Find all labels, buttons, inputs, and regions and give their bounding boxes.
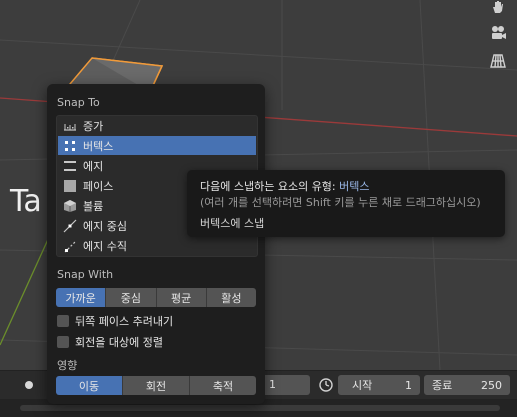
grid-icon[interactable] [487,50,509,72]
affect-move-button[interactable]: 이동 [56,376,123,395]
start-value: 1 [405,378,412,392]
snap-target-label: 볼륨 [83,199,104,213]
snap-target-label: 페이스 [83,179,114,193]
face-icon [63,179,77,193]
end-frame-field[interactable]: 종료 250 [424,375,510,395]
snap-target-label: 에지 [83,159,104,173]
affect-scale-button[interactable]: 축적 [190,376,256,395]
clock-icon[interactable] [318,377,334,393]
checkbox-box[interactable] [57,336,69,348]
start-label: 시작 [352,379,373,392]
affect-rotate-button[interactable]: 회전 [123,376,190,395]
backface-culling-checkbox[interactable]: 뒤쪽 페이스 추려내기 [57,313,173,329]
snap-with-title: Snap With [57,268,114,281]
vertex-icon [63,139,77,153]
affect-title: 영향 [57,359,78,372]
checkbox-label: 뒤쪽 페이스 추려내기 [75,315,174,328]
snap-target-label: 에지 수직 [83,239,127,253]
snap-target-increment[interactable]: 증가 [58,116,256,135]
keyframe-dot-icon[interactable] [24,380,34,390]
start-frame-field[interactable]: 시작 1 [338,375,420,395]
camera-icon[interactable] [487,22,509,44]
tooltip-title-value: 버텍스 [339,180,370,193]
edge-perpendicular-icon [63,239,77,253]
snap-with-median-button[interactable]: 평균 [156,288,207,307]
affect-selector: 이동 회전 축적 [56,376,256,395]
current-frame-value: 1 [269,378,276,391]
snap-target-label: 에지 중심 [83,219,127,233]
snap-with-center-button[interactable]: 중심 [106,288,157,307]
snap-with-selector: 가까운 중심 평균 활성 [56,288,256,307]
snapping-popover: Snap To 증가 버텍스 에지 페이스 볼륨 에지 중심 에지 수직 Sna… [47,84,265,404]
end-label: 종료 [432,379,453,392]
tooltip-description: 버텍스에 스냅 [200,217,265,230]
snap-target-label: 증가 [83,119,104,133]
edge-center-icon [63,219,77,233]
tooltip-hint: (여러 개를 선택하려면 Shift 키를 누른 채로 드래그하십시오) [200,196,481,209]
align-rotation-checkbox[interactable]: 회전을 대상에 정렬 [57,334,163,350]
snap-with-closest-button[interactable]: 가까운 [56,288,107,307]
edge-icon [63,159,77,173]
snap-target-vertex[interactable]: 버텍스 [58,136,256,155]
tooltip-title-prefix: 다음에 스냅하는 요소의 유형: [200,180,336,193]
checkbox-box[interactable] [57,315,69,327]
snap-target-label: 버텍스 [83,139,114,153]
snap-tooltip: 다음에 스냅하는 요소의 유형: 버텍스 (여러 개를 선택하려면 Shift … [187,170,505,237]
checkbox-label: 회전을 대상에 정렬 [75,336,163,349]
volume-icon [63,199,77,213]
snap-target-edge-perpendicular[interactable]: 에지 수직 [58,236,256,255]
increment-icon [63,119,77,133]
end-value: 250 [481,378,502,392]
snap-with-active-button[interactable]: 활성 [206,288,256,307]
tooltip-title: 다음에 스냅하는 요소의 유형: 버텍스 [200,178,370,194]
overlay-text: Ta [10,184,42,219]
snap-to-title: Snap To [57,96,100,109]
